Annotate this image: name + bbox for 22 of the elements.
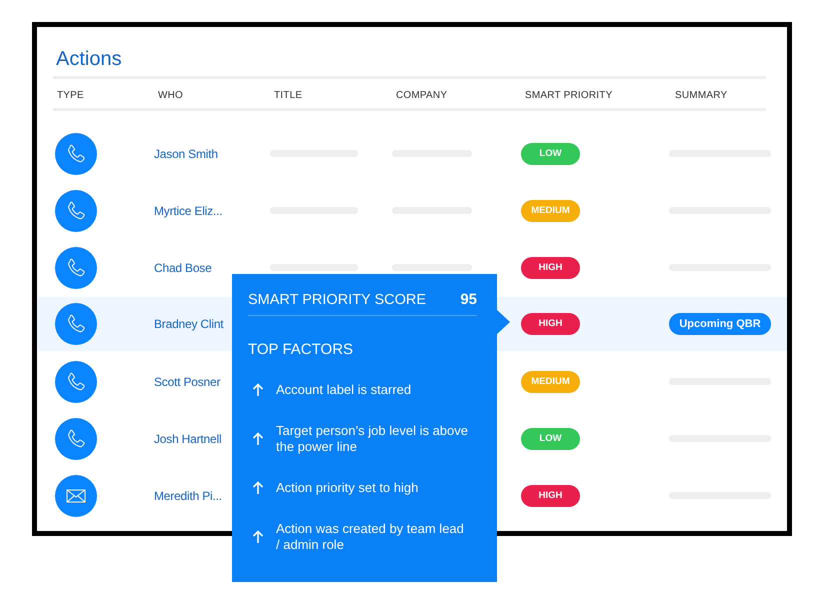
column-header: SMART PRIORITY [525, 90, 612, 100]
factor-text: Target person’s job level is above the power line [276, 423, 469, 455]
column-header: SUMMARY [675, 90, 728, 100]
column-header: TITLE [274, 90, 302, 100]
factor-text: Action priority set to high [276, 480, 418, 496]
priority-badge: LOW [521, 428, 580, 450]
priority-badge: HIGH [521, 256, 580, 278]
column-header: COMPANY [396, 90, 448, 100]
priority-badge: MEDIUM [521, 370, 580, 392]
tooltip-title: SMART PRIORITY SCORE [248, 292, 426, 308]
priority-badge: HIGH [521, 313, 580, 335]
priority-badge: LOW [521, 142, 580, 164]
factor-text: Account label is starred [276, 382, 412, 398]
section-heading: TOP FACTORS [248, 341, 354, 358]
priority-badge: HIGH [521, 484, 580, 506]
factor-text: Action was created by team lead / admin role [276, 521, 465, 553]
score-value: 95 [460, 291, 477, 308]
priority-badge: MEDIUM [521, 200, 580, 222]
column-header: WHO [158, 90, 184, 100]
summary-tag: Upcoming QBR [669, 313, 771, 335]
panel-title: Actions [56, 48, 122, 70]
column-header: TYPE [57, 90, 84, 100]
